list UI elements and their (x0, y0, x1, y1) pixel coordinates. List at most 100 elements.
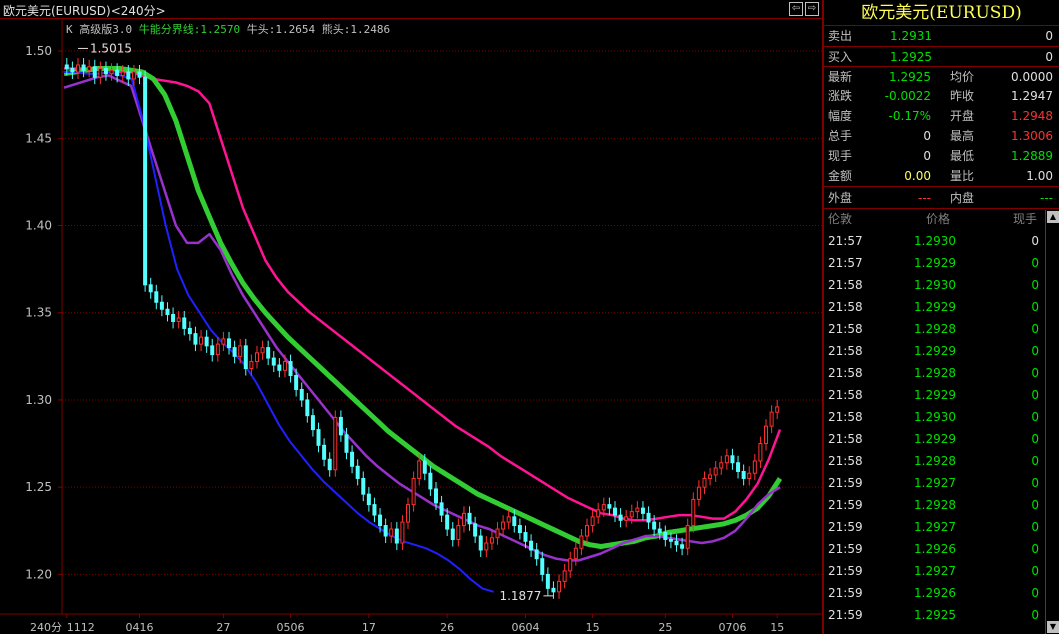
tick-row: 21:58 1.2929 0 (824, 384, 1047, 406)
tick-vol: 0 (1031, 388, 1039, 402)
tick-vol: 0 (1031, 564, 1039, 578)
price-chart[interactable]: 1.50 1.45 1.40 1.35 1.30 1.25 1.20 240分 1112 0416… (0, 20, 822, 634)
scroll-up-icon[interactable]: ▲ (1047, 211, 1059, 223)
tick-row: 21:58 1.2929 0 (824, 296, 1047, 318)
candle-body (601, 504, 606, 511)
sell-vol: 0 (1045, 29, 1053, 43)
tick-price: 1.2929 (914, 388, 956, 402)
tick-time: 21:59 (828, 542, 863, 556)
tick-price: 1.2926 (914, 586, 956, 600)
candle-body (663, 532, 668, 541)
candle-body (568, 558, 573, 572)
candle-body (775, 406, 780, 413)
x-axis-name: 240分 (30, 621, 62, 634)
tick-time: 21:57 (828, 234, 863, 248)
amount-label: 金额 (828, 169, 853, 183)
candle-body (680, 544, 685, 549)
x-tick-label: 0604 (511, 621, 539, 634)
pct-row: 幅度 -0.17% 开盘 1.2948 (824, 106, 1059, 126)
candle-body (70, 67, 75, 73)
candle-body (126, 71, 131, 80)
tick-price: 1.2929 (914, 256, 956, 270)
tick-time: 21:58 (828, 454, 863, 468)
avg-value: 0.0000 (1011, 70, 1053, 84)
candle-body (394, 528, 399, 544)
sell-row: 卖出 1.2931 0 (824, 26, 1059, 46)
change-row: 涨跌 -0.0022 昨收 1.2947 (824, 86, 1059, 106)
candle-body (523, 532, 528, 542)
amount-value: 0.00 (904, 169, 931, 183)
tick-scrollbar[interactable]: ▲ ▼ (1045, 210, 1059, 634)
candle-body (445, 514, 450, 530)
candle-body (204, 336, 209, 347)
candle-body (98, 67, 103, 78)
candle-body (624, 516, 629, 521)
buy-price: 1.2925 (890, 50, 932, 64)
x-tick-label: 15 (586, 621, 600, 634)
candle-body (534, 549, 539, 560)
x-tick-label: 25 (658, 621, 672, 634)
tick-vol: 0 (1031, 366, 1039, 380)
tick-vol: 0 (1031, 498, 1039, 512)
prev-arrow-icon[interactable]: ⇦ (789, 2, 803, 16)
candle-body (406, 504, 411, 523)
ratio-label: 量比 (950, 169, 975, 183)
panel-title: 欧元美元(EURUSD) (824, 0, 1059, 26)
change-value: -0.0022 (884, 89, 931, 103)
buy-label: 买入 (828, 50, 853, 64)
candle-body (310, 415, 315, 431)
cur-value: 0 (923, 149, 931, 163)
tick-time: 21:59 (828, 564, 863, 578)
tick-time: 21:58 (828, 344, 863, 358)
ma-line-0 (64, 67, 782, 522)
y-tick-label: 1.50 (25, 44, 52, 58)
candle-body (227, 338, 232, 349)
next-arrow-icon[interactable]: ⇨ (805, 2, 819, 16)
tick-row: 21:58 1.2930 0 (824, 274, 1047, 296)
candle-body (378, 514, 383, 527)
tick-list: 21:57 1.2930 0 21:57 1.2929 0 21:58 1.2930 0 21:5… (824, 230, 1047, 626)
candle-body (266, 347, 271, 359)
y-tick-label: 1.45 (25, 131, 52, 145)
candle-body (400, 521, 405, 544)
candle-body (109, 69, 114, 75)
outer-row: 外盘 --- 内盘 --- (824, 186, 1059, 208)
candle-body (75, 64, 80, 73)
candle-body (557, 580, 562, 593)
tick-time: 21:58 (828, 388, 863, 402)
candle-body (579, 535, 584, 549)
candle-body (691, 498, 696, 527)
candle-body (540, 558, 545, 575)
candle-body (131, 71, 136, 80)
tick-vol: 0 (1031, 300, 1039, 314)
candle-body (232, 347, 237, 357)
scroll-down-icon[interactable]: ▼ (1047, 621, 1059, 633)
candle-body (238, 345, 243, 357)
y-tick-label: 1.30 (25, 393, 52, 407)
candle-body (143, 76, 148, 286)
tick-vol: 0 (1031, 542, 1039, 556)
candle-body (165, 308, 170, 315)
cur-label: 现手 (828, 149, 853, 163)
candle-body (495, 528, 500, 539)
candle-body (193, 333, 198, 345)
cur-row: 现手 0 最低 1.2889 (824, 146, 1059, 166)
tick-price: 1.2930 (914, 234, 956, 248)
low-label: 1.1877 (499, 589, 541, 603)
chart-title: 欧元美元(EURUSD)<240分> (3, 4, 166, 18)
tick-vol: 0 (1031, 476, 1039, 490)
candle-body (545, 573, 550, 589)
candle-body (350, 451, 355, 467)
x-tick-label: 1112 (67, 621, 95, 634)
outer-label: 外盘 (828, 191, 853, 205)
inner-label: 内盘 (950, 191, 975, 205)
candle-body (103, 67, 108, 75)
tick-price: 1.2928 (914, 498, 956, 512)
candle-body (171, 313, 176, 322)
candle-body (612, 507, 617, 516)
tick-row: 21:59 1.2927 0 (824, 472, 1047, 494)
tick-price: 1.2928 (914, 322, 956, 336)
x-tick-label: 27 (216, 621, 230, 634)
candle-body (640, 507, 645, 514)
candle-body (713, 467, 718, 476)
